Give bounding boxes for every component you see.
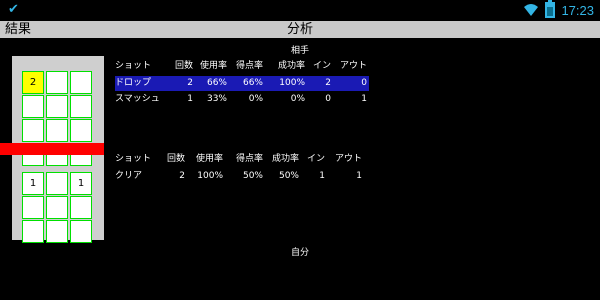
court-cell[interactable] [46, 196, 68, 219]
court-cell[interactable] [70, 196, 92, 219]
cell-value: 2 [325, 78, 331, 88]
cell-value: 使用率 [195, 154, 223, 164]
table-header: ショット 回数 使用率 得点率 成功率 イン アウト [115, 59, 369, 74]
cell-value: 1 [187, 94, 193, 104]
cell-value: 1 [361, 94, 367, 104]
self-title: 自分 [290, 248, 309, 258]
court-cell[interactable] [46, 172, 68, 195]
table-row[interactable]: ドロップ 2 66% 66% 100% 2 0 [115, 76, 369, 91]
court-cell[interactable] [70, 119, 92, 142]
page-title: 分析 [286, 22, 313, 37]
shot-name: ショット [115, 154, 152, 164]
table-row[interactable]: スマッシュ 1 33% 0% 0% 0 1 [115, 92, 369, 107]
cell-value: イン [312, 61, 331, 71]
cell-value: 50% [242, 171, 263, 181]
battery-icon [545, 0, 556, 18]
court-cell[interactable] [22, 95, 44, 118]
cell-value: イン [306, 154, 325, 164]
opponent-table: ショット 回数 使用率 得点率 成功率 イン アウト ドロップ 2 66% 66% 100% 2 0 スマッ… [115, 59, 369, 109]
court-cell[interactable] [70, 95, 92, 118]
wifi-icon [524, 4, 539, 16]
cell-value: 回数 [174, 61, 193, 71]
shot-name: ショット [115, 61, 152, 71]
table-header: ショット 回数 使用率 得点率 成功率 イン アウト [115, 152, 369, 167]
court-cell[interactable] [46, 71, 68, 94]
cell-value: 33% [206, 94, 227, 104]
court-cell[interactable] [22, 220, 44, 243]
cell-value: 1 [319, 171, 325, 181]
cell-value: 50% [278, 171, 299, 181]
cell-value: 2 [187, 78, 193, 88]
cell-value: 0 [325, 94, 331, 104]
cell-value: 2 [179, 171, 185, 181]
shot-name: ドロップ [115, 78, 152, 88]
court-cell[interactable]: 2 [22, 71, 44, 94]
shot-name: スマッシュ [115, 94, 160, 104]
status-time: 17:23 [561, 2, 594, 18]
shot-name: クリア [115, 171, 143, 181]
court-cell[interactable] [46, 119, 68, 142]
opponent-title: 相手 [290, 46, 309, 56]
cell-value: 成功率 [277, 61, 305, 71]
court-cell[interactable] [22, 119, 44, 142]
check-icon: ✔ [8, 2, 19, 17]
cell-value: アウト [339, 61, 367, 71]
table-row[interactable]: クリア 2 100% 50% 50% 1 1 [115, 169, 369, 184]
court-cell[interactable] [70, 220, 92, 243]
self-table: ショット 回数 使用率 得点率 成功率 イン アウトクリア 2 100% 50% 50% 1 1 [115, 152, 369, 192]
court-cell[interactable]: 1 [22, 172, 44, 195]
cell-value: 得点率 [235, 61, 263, 71]
cell-value: 100% [197, 171, 223, 181]
status-right: 17:23 [523, 0, 594, 18]
cell-value: 回数 [166, 154, 185, 164]
cell-value: 1 [356, 171, 362, 181]
court-cell[interactable] [22, 196, 44, 219]
court-net [0, 143, 104, 155]
cell-value: 0 [361, 78, 367, 88]
cell-value: アウト [334, 154, 362, 164]
cell-value: 100% [279, 78, 305, 88]
cell-value: 得点率 [235, 154, 263, 164]
cell-value: 66% [206, 78, 227, 88]
cell-value: 成功率 [271, 154, 299, 164]
title-bar: 結果 分析 [0, 21, 600, 38]
court-cell[interactable] [46, 220, 68, 243]
cell-value: 66% [242, 78, 263, 88]
court-cell[interactable]: 1 [70, 172, 92, 195]
court-cell[interactable] [46, 95, 68, 118]
court-cell[interactable] [70, 71, 92, 94]
cell-value: 0% [290, 94, 305, 104]
cell-value: 0% [248, 94, 263, 104]
cell-value: 使用率 [199, 61, 227, 71]
status-bar: ✔ 17:23 [0, 0, 600, 21]
